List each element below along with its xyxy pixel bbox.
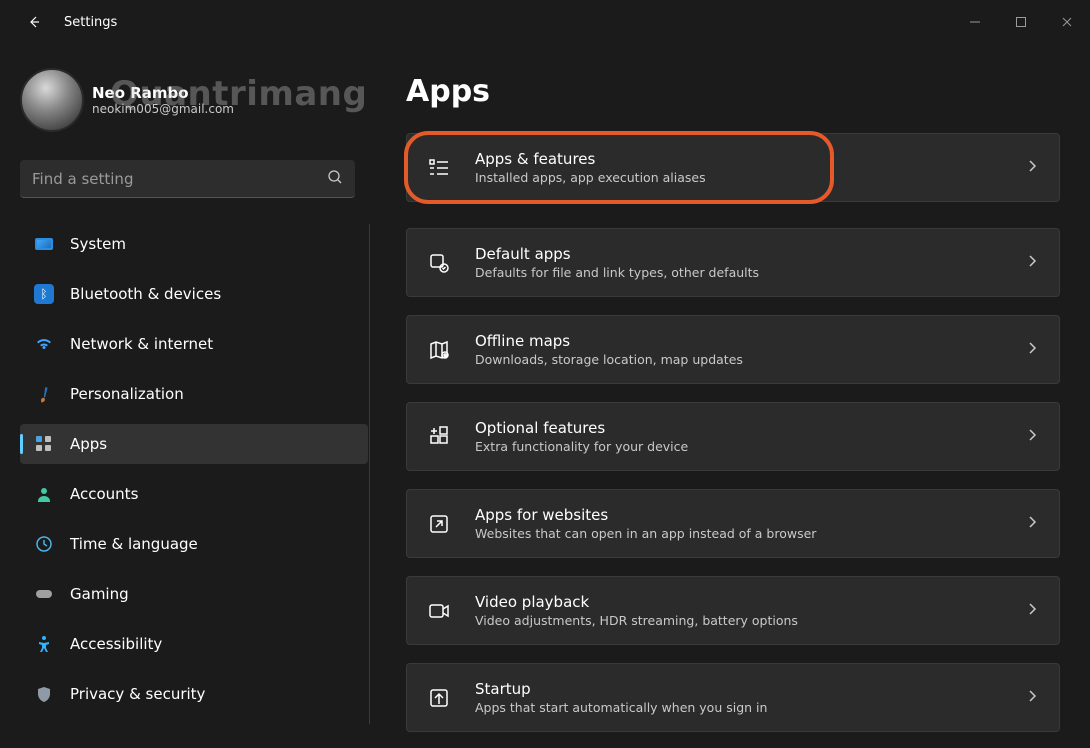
sidebar-item-label: Accounts bbox=[70, 485, 138, 503]
maximize-icon bbox=[1015, 16, 1027, 28]
sidebar-scrollbar[interactable] bbox=[369, 224, 370, 724]
avatar bbox=[20, 68, 84, 132]
profile-email: neokim005@gmail.com bbox=[92, 102, 234, 116]
sidebar-item-bluetooth[interactable]: ᛒ Bluetooth & devices bbox=[20, 274, 368, 314]
back-button[interactable] bbox=[18, 6, 50, 38]
main-panel: Apps Apps & features Installed apps, app… bbox=[380, 44, 1090, 748]
card-text: Startup Apps that start automatically wh… bbox=[475, 680, 767, 715]
sidebar-nav: System ᛒ Bluetooth & devices Network & i… bbox=[20, 224, 368, 724]
card-subtitle: Extra functionality for your device bbox=[475, 439, 688, 454]
chevron-right-icon bbox=[1025, 253, 1039, 272]
sidebar-item-label: Accessibility bbox=[70, 635, 162, 653]
sidebar-item-label: Gaming bbox=[70, 585, 129, 603]
person-icon bbox=[34, 484, 54, 504]
sidebar-item-label: Apps bbox=[70, 435, 107, 453]
settings-window: Settings Quantrimang Neo Rambo neokim005… bbox=[0, 0, 1090, 748]
card-subtitle: Downloads, storage location, map updates bbox=[475, 352, 743, 367]
card-subtitle: Apps that start automatically when you s… bbox=[475, 700, 767, 715]
card-text: Optional features Extra functionality fo… bbox=[475, 419, 688, 454]
wifi-icon bbox=[34, 334, 54, 354]
search-icon bbox=[327, 169, 343, 189]
card-apps-features[interactable]: Apps & features Installed apps, app exec… bbox=[406, 133, 1060, 202]
chevron-right-icon bbox=[1025, 601, 1039, 620]
bluetooth-icon: ᛒ bbox=[34, 284, 54, 304]
card-text: Offline maps Downloads, storage location… bbox=[475, 332, 743, 367]
apps-icon bbox=[34, 434, 54, 454]
card-text: Apps & features Installed apps, app exec… bbox=[475, 150, 706, 185]
minimize-icon bbox=[969, 16, 981, 28]
window-controls bbox=[952, 6, 1090, 38]
card-title: Startup bbox=[475, 680, 767, 698]
system-icon bbox=[34, 234, 54, 254]
sidebar-item-gaming[interactable]: Gaming bbox=[20, 574, 368, 614]
minimize-button[interactable] bbox=[952, 6, 998, 38]
chevron-right-icon bbox=[1025, 158, 1039, 177]
clock-icon bbox=[34, 534, 54, 554]
card-subtitle: Video adjustments, HDR streaming, batter… bbox=[475, 613, 798, 628]
accessibility-icon bbox=[34, 634, 54, 654]
card-title: Apps for websites bbox=[475, 506, 816, 524]
card-video-playback[interactable]: Video playback Video adjustments, HDR st… bbox=[406, 576, 1060, 645]
sidebar-item-privacy[interactable]: Privacy & security bbox=[20, 674, 368, 714]
map-icon bbox=[427, 338, 451, 362]
optional-features-icon bbox=[427, 425, 451, 449]
card-subtitle: Defaults for file and link types, other … bbox=[475, 265, 759, 280]
sidebar-item-apps[interactable]: Apps bbox=[20, 424, 368, 464]
sidebar-item-accessibility[interactable]: Accessibility bbox=[20, 624, 368, 664]
sidebar-item-label: Personalization bbox=[70, 385, 184, 403]
shield-icon bbox=[34, 684, 54, 704]
profile-block[interactable]: Quantrimang Neo Rambo neokim005@gmail.co… bbox=[20, 68, 368, 132]
card-subtitle: Installed apps, app execution aliases bbox=[475, 170, 706, 185]
sidebar-item-label: Time & language bbox=[70, 535, 198, 553]
card-optional-features[interactable]: Optional features Extra functionality fo… bbox=[406, 402, 1060, 471]
card-title: Apps & features bbox=[475, 150, 706, 168]
sidebar-item-label: Network & internet bbox=[70, 335, 213, 353]
profile-name: Neo Rambo bbox=[92, 84, 234, 102]
card-subtitle: Websites that can open in an app instead… bbox=[475, 526, 816, 541]
sidebar-item-personalization[interactable]: Personalization bbox=[20, 374, 368, 414]
card-startup[interactable]: Startup Apps that start automatically wh… bbox=[406, 663, 1060, 732]
sidebar-item-label: Privacy & security bbox=[70, 685, 205, 703]
video-icon bbox=[427, 599, 451, 623]
maximize-button[interactable] bbox=[998, 6, 1044, 38]
card-title: Optional features bbox=[475, 419, 688, 437]
chevron-right-icon bbox=[1025, 688, 1039, 707]
sidebar-item-accounts[interactable]: Accounts bbox=[20, 474, 368, 514]
card-text: Default apps Defaults for file and link … bbox=[475, 245, 759, 280]
settings-cards: Apps & features Installed apps, app exec… bbox=[406, 133, 1060, 732]
chevron-right-icon bbox=[1025, 514, 1039, 533]
sidebar-item-label: System bbox=[70, 235, 126, 253]
card-title: Offline maps bbox=[475, 332, 743, 350]
back-arrow-icon bbox=[26, 14, 42, 30]
card-title: Default apps bbox=[475, 245, 759, 263]
sidebar-item-label: Bluetooth & devices bbox=[70, 285, 221, 303]
list-icon bbox=[427, 156, 451, 180]
default-apps-icon bbox=[427, 251, 451, 275]
sidebar-item-network[interactable]: Network & internet bbox=[20, 324, 368, 364]
card-apps-for-websites[interactable]: Apps for websites Websites that can open… bbox=[406, 489, 1060, 558]
profile-text: Neo Rambo neokim005@gmail.com bbox=[92, 84, 234, 116]
card-default-apps[interactable]: Default apps Defaults for file and link … bbox=[406, 228, 1060, 297]
titlebar: Settings bbox=[0, 0, 1090, 44]
gamepad-icon bbox=[34, 584, 54, 604]
page-title: Apps bbox=[406, 74, 1060, 109]
close-button[interactable] bbox=[1044, 6, 1090, 38]
chevron-right-icon bbox=[1025, 340, 1039, 359]
app-title: Settings bbox=[64, 15, 117, 30]
open-external-icon bbox=[427, 512, 451, 536]
body: Quantrimang Neo Rambo neokim005@gmail.co… bbox=[0, 44, 1090, 748]
card-text: Apps for websites Websites that can open… bbox=[475, 506, 816, 541]
brush-icon bbox=[30, 380, 57, 407]
sidebar: Quantrimang Neo Rambo neokim005@gmail.co… bbox=[0, 44, 380, 748]
chevron-right-icon bbox=[1025, 427, 1039, 446]
search-box[interactable] bbox=[20, 160, 355, 198]
sidebar-item-system[interactable]: System bbox=[20, 224, 368, 264]
sidebar-item-time-language[interactable]: Time & language bbox=[20, 524, 368, 564]
startup-icon bbox=[427, 686, 451, 710]
card-text: Video playback Video adjustments, HDR st… bbox=[475, 593, 798, 628]
close-icon bbox=[1061, 16, 1073, 28]
search-input[interactable] bbox=[20, 160, 355, 198]
card-title: Video playback bbox=[475, 593, 798, 611]
card-offline-maps[interactable]: Offline maps Downloads, storage location… bbox=[406, 315, 1060, 384]
